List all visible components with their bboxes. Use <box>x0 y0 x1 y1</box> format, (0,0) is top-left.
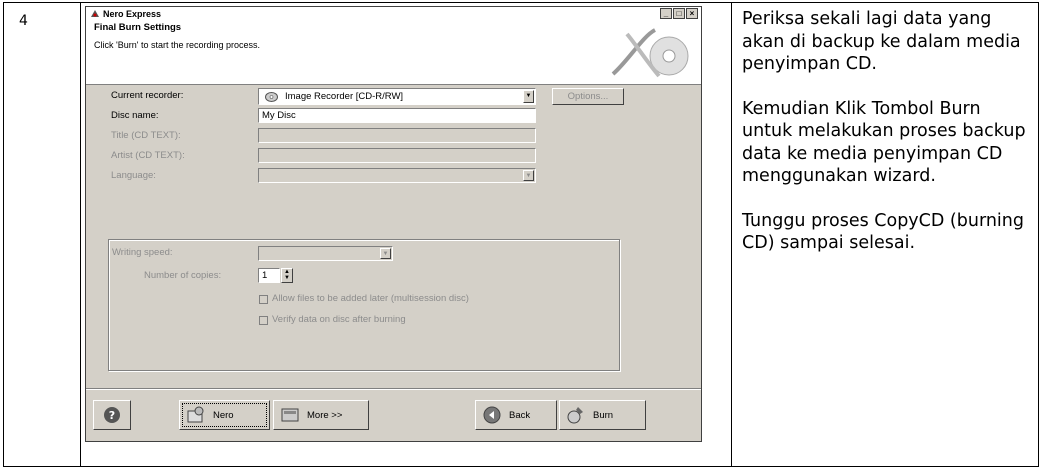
writing-speed-label: Writing speed: <box>112 247 173 258</box>
chevron-down-icon[interactable]: ▼ <box>523 170 534 181</box>
allow-files-checkbox[interactable] <box>259 295 268 304</box>
chevron-down-icon[interactable]: ▼ <box>380 248 391 259</box>
allow-files-label: Allow files to be added later (multisess… <box>272 293 469 304</box>
back-arrow-icon <box>483 406 501 424</box>
current-recorder-value: Image Recorder [CD-R/RW] <box>285 91 404 102</box>
nero-app-icon <box>91 10 99 17</box>
chevron-down-icon[interactable]: ▼ <box>523 90 534 103</box>
minimize-button[interactable]: _ <box>660 8 672 19</box>
copies-stepper[interactable]: ▲ ▼ <box>281 268 293 283</box>
recorder-icon <box>265 92 278 102</box>
number-of-copies-value: 1 <box>262 270 268 281</box>
burn-button[interactable]: Burn <box>559 400 646 430</box>
nero-button-label: Nero <box>213 409 234 421</box>
back-button-label: Back <box>509 409 531 421</box>
burn-options-group: Writing speed: ▼ Number of copies: 1 ▲ ▼ … <box>108 239 620 371</box>
artist-cd-text-input[interactable] <box>258 148 536 163</box>
current-recorder-label: Current recorder: <box>111 90 184 101</box>
verify-data-checkbox[interactable] <box>259 316 268 325</box>
header-subtitle: Click 'Burn' to start the recording proc… <box>94 40 261 50</box>
wizard-header: Final Burn Settings Click 'Burn' to star… <box>86 21 701 85</box>
nero-button[interactable]: Nero <box>179 400 270 430</box>
instruction-paragraph-3: Tunggu proses CopyCD (burning CD) sampai… <box>742 210 1024 254</box>
number-of-copies-label: Number of copies: <box>144 270 222 281</box>
language-label: Language: <box>111 170 156 181</box>
window-title: Nero Express <box>103 9 162 19</box>
footer-divider <box>86 388 701 390</box>
svg-text:?: ? <box>109 409 115 422</box>
instruction-paragraph-2: Kemudian Klik Tombol Burn untuk melakuka… <box>742 98 1026 187</box>
verify-data-label: Verify data on disc after burning <box>272 314 406 325</box>
burn-button-label: Burn <box>593 409 614 421</box>
instruction-paragraph-1: Periksa sekali lagi data yang akan di ba… <box>742 9 1021 74</box>
close-button[interactable]: × <box>686 8 698 19</box>
back-button[interactable]: Back <box>475 400 557 430</box>
help-button[interactable]: ? <box>93 400 131 430</box>
nero-logo-icon <box>611 28 689 78</box>
current-recorder-select[interactable]: Image Recorder [CD-R/RW] ▼ <box>258 88 536 105</box>
maximize-button[interactable]: □ <box>673 8 685 19</box>
nero-express-dialog: Nero Express _ □ × Final Burn Settings C… <box>85 6 702 442</box>
title-cd-text-input[interactable] <box>258 128 536 143</box>
title-cd-text-label: Title (CD TEXT): <box>111 130 181 141</box>
artist-cd-text-label: Artist (CD TEXT): <box>111 150 185 161</box>
instruction-cell: Periksa sekali lagi data yang akan di ba… <box>731 2 1039 467</box>
row-number: 4 <box>3 2 81 467</box>
more-button[interactable]: More >> <box>273 400 369 430</box>
options-button[interactable]: Options... <box>552 88 624 105</box>
settings-form: Current recorder: Image Recorder [CD-R/R… <box>86 86 701 386</box>
disc-name-label: Disc name: <box>111 110 159 121</box>
disc-name-value: My Disc <box>262 110 296 121</box>
burn-icon <box>567 407 583 424</box>
header-title: Final Burn Settings <box>94 22 182 33</box>
language-select[interactable]: ▼ <box>258 168 536 183</box>
disc-name-input[interactable]: My Disc <box>258 108 536 123</box>
title-bar: Nero Express _ □ × <box>86 7 701 21</box>
number-of-copies-input[interactable]: 1 <box>258 268 280 283</box>
writing-speed-select[interactable]: ▼ <box>258 246 393 261</box>
help-icon: ? <box>104 407 120 423</box>
nero-icon <box>187 406 204 423</box>
more-icon <box>281 408 299 422</box>
more-button-label: More >> <box>307 409 343 421</box>
